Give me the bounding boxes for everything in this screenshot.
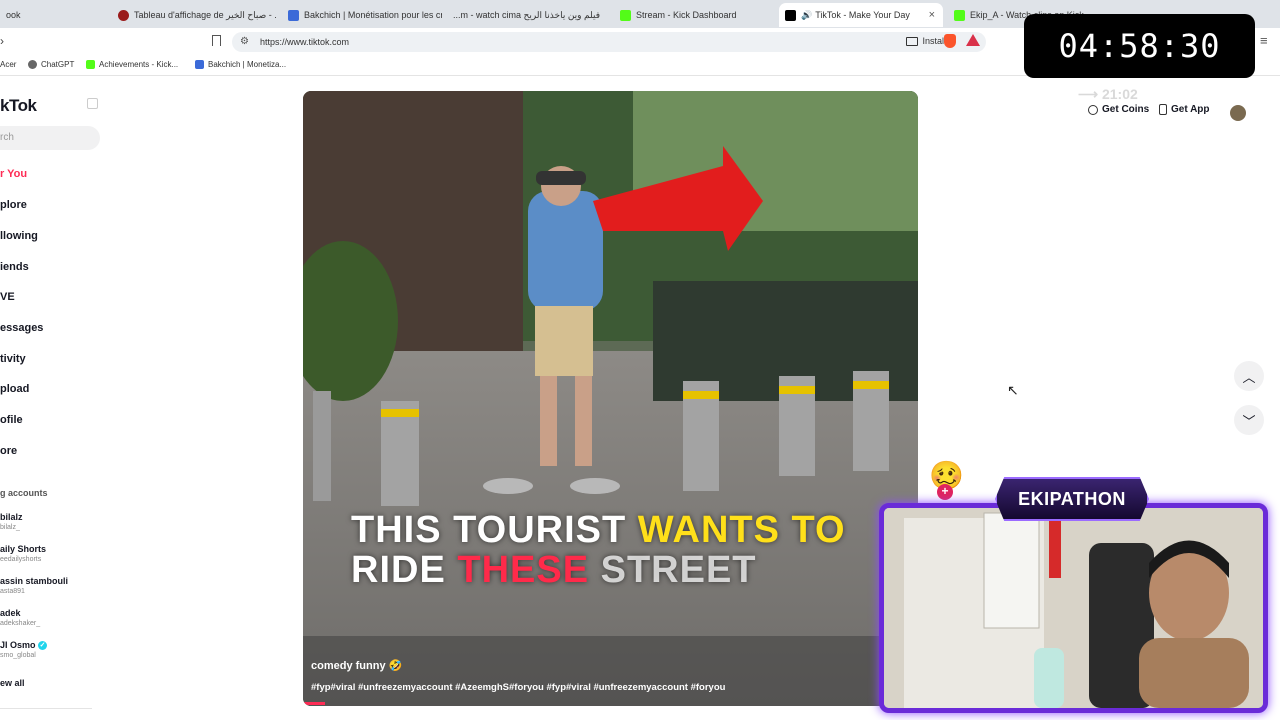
video-author[interactable]: comedy funny 🤣: [311, 659, 402, 672]
tiktok-logo[interactable]: kTok: [0, 96, 37, 116]
tiktok-icon: [785, 9, 796, 21]
webcam-scene: [884, 508, 1263, 708]
tab-cima[interactable]: ...m - watch cima فيلم وين ياخذنا الريح: [447, 3, 612, 27]
kick-icon: [86, 60, 95, 69]
bakchich-icon: [195, 60, 204, 69]
tab-bakchich[interactable]: Bakchich | Monétisation pour les cr...: [282, 3, 442, 27]
account-name[interactable]: aily Shorts: [0, 544, 46, 554]
nav-messages[interactable]: essages: [0, 322, 43, 334]
nav-activity[interactable]: tivity: [0, 353, 26, 365]
back-arrow-icon[interactable]: ›: [0, 34, 4, 48]
account-name[interactable]: bilalz: [0, 512, 23, 522]
emoji-icon: 🤣: [388, 660, 403, 672]
tab-tiktok[interactable]: 🔊 TikTok - Make Your Day ×: [779, 3, 943, 27]
close-tab-icon[interactable]: ×: [929, 9, 935, 21]
account-handle: asta891: [0, 588, 25, 595]
nav-upload[interactable]: pload: [0, 383, 29, 395]
video-hashtags[interactable]: #fyp#viral #unfreezemyaccount #AzeemghS#…: [311, 682, 725, 693]
video-progress-bar[interactable]: [303, 702, 325, 705]
collapse-sidebar-icon[interactable]: [87, 98, 98, 109]
video-frame-scene: [303, 91, 918, 706]
nav-more[interactable]: ore: [0, 445, 17, 457]
mouse-cursor-icon: ↖: [1007, 382, 1019, 398]
tab-tableau[interactable]: Tableau d'affichage de صباح الخير - ...: [112, 3, 277, 27]
nav-explore[interactable]: plore: [0, 199, 27, 211]
tiktok-sidebar: kTok rch r You plore llowing iends VE es…: [0, 76, 110, 720]
previous-video-button[interactable]: ︿: [1234, 361, 1264, 391]
account-name[interactable]: assin stambouli: [0, 576, 68, 586]
tab-kick-dashboard[interactable]: Stream - Kick Dashboard: [614, 3, 774, 27]
bookmark-acer[interactable]: Acer: [0, 60, 16, 69]
chevron-up-icon: ︿: [1242, 369, 1256, 385]
coin-icon: [1088, 104, 1098, 115]
stream-title-badge: EKIPATHON: [995, 477, 1149, 521]
tab-facebook[interactable]: ook: [0, 3, 60, 27]
avatar[interactable]: [1230, 105, 1246, 121]
video-player[interactable]: THIS TOURIST WANTS TO RIDE THESE STREET …: [303, 91, 918, 706]
chevron-down-icon: ﹀: [1242, 413, 1256, 429]
divider: [0, 708, 92, 709]
see-all-link[interactable]: ew all: [0, 678, 25, 688]
account-name[interactable]: JI Osmo ✓: [0, 640, 48, 651]
verified-icon: ✓: [38, 641, 48, 651]
webcam-overlay: [879, 503, 1268, 713]
brave-shield-icon[interactable]: [944, 34, 956, 48]
chatgpt-icon: [28, 60, 37, 69]
install-icon: [906, 37, 918, 46]
nav-friends[interactable]: iends: [0, 261, 29, 273]
search-input[interactable]: rch: [0, 126, 100, 150]
account-handle: eedailyshorts: [0, 556, 42, 563]
bookmark-chatgpt[interactable]: ChatGPT: [28, 60, 74, 69]
menu-icon[interactable]: ≡: [1260, 33, 1268, 48]
get-app-button[interactable]: Get App: [1159, 104, 1210, 115]
timer-subtext: ⟶ 21:02: [1078, 86, 1138, 102]
speaker-icon: 🔊: [801, 9, 813, 20]
account-handle: adekshaker_: [0, 620, 41, 627]
video-caption-line-1: THIS TOURIST WANTS TO: [351, 509, 846, 551]
video-caption-line-2: RIDE THESE STREET: [351, 549, 757, 591]
install-button[interactable]: Install: [922, 36, 946, 46]
kick-icon: [954, 9, 965, 21]
tab-favicon-icon: [118, 9, 129, 21]
bookmark-icon[interactable]: [212, 35, 221, 46]
nav-for-you[interactable]: r You: [0, 168, 27, 180]
account-handle: bilalz_: [0, 524, 20, 531]
bookmark-achievements[interactable]: Achievements - Kick...: [86, 60, 178, 69]
stream-timer: 04:58:30: [1024, 14, 1255, 78]
tab-favicon-icon: [288, 9, 299, 21]
bookmark-bakchich[interactable]: Bakchich | Monetiza...: [195, 60, 286, 69]
kick-icon: [620, 9, 631, 21]
nav-following[interactable]: llowing: [0, 230, 38, 242]
brave-rewards-icon[interactable]: [966, 34, 980, 46]
address-bar[interactable]: ⚙ https://www.tiktok.com Install: [232, 32, 986, 52]
next-video-button[interactable]: ﹀: [1234, 405, 1264, 435]
get-coins-button[interactable]: Get Coins: [1088, 104, 1149, 115]
nav-live[interactable]: VE: [0, 291, 15, 303]
following-accounts-header: g accounts: [0, 488, 48, 498]
account-handle: smo_global: [0, 652, 36, 659]
plus-badge-icon: +: [937, 484, 953, 500]
site-info-icon[interactable]: ⚙: [240, 36, 249, 47]
account-name[interactable]: adek: [0, 608, 21, 618]
nav-profile[interactable]: ofile: [0, 414, 23, 426]
phone-icon: [1159, 104, 1167, 115]
